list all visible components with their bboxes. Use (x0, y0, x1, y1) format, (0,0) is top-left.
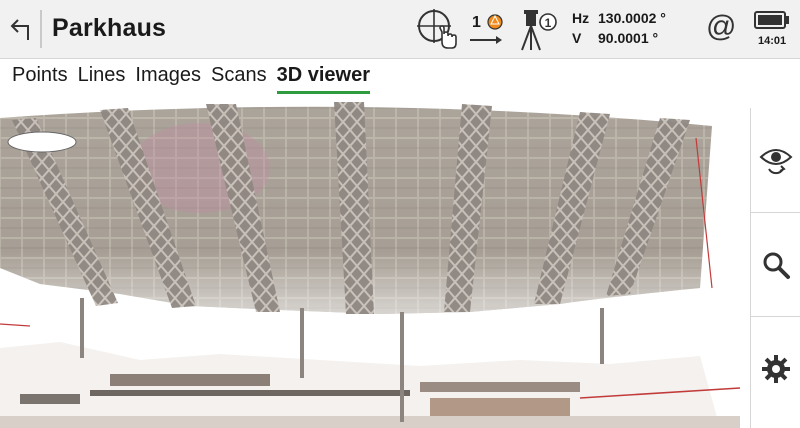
tab-bar: Points Lines Images Scans 3D viewer (12, 64, 371, 94)
page-title: Parkhaus (52, 14, 167, 42)
target-button[interactable] (416, 8, 458, 50)
prism-selector[interactable]: 1 (466, 8, 508, 50)
header-divider (40, 10, 42, 48)
search-button[interactable] (751, 212, 800, 317)
tab-3d-viewer[interactable]: 3D viewer (276, 64, 371, 94)
tab-scans[interactable]: Scans (211, 64, 267, 94)
target-touch-icon (417, 9, 457, 49)
clock: 14:01 (758, 35, 787, 47)
svg-text:1: 1 (545, 16, 552, 30)
tab-points[interactable]: Points (12, 64, 68, 94)
gear-icon (762, 355, 790, 383)
settings-button[interactable] (751, 316, 800, 421)
v-value: 90.0001 ° (598, 30, 659, 46)
app-header: Parkhaus 1 1 Hz 130.0002 ° V 90.0001 ° @… (0, 0, 800, 59)
prism-icon (470, 14, 503, 44)
battery-icon (754, 11, 789, 29)
point-cloud-viewer[interactable] (0, 98, 750, 428)
view-toggle-button[interactable] (751, 108, 800, 212)
at-icon[interactable]: @ (706, 10, 736, 44)
point-cloud-image (0, 102, 750, 428)
angle-readout: Hz 130.0002 ° V 90.0001 ° (572, 8, 666, 48)
tab-images[interactable]: Images (135, 64, 201, 94)
tripod-instrument-icon: 1 (521, 10, 557, 51)
tab-lines[interactable]: Lines (78, 64, 126, 94)
eye-rotate-icon (759, 149, 793, 175)
hz-value: 130.0002 ° (598, 10, 666, 26)
instrument-button[interactable]: 1 (518, 8, 558, 52)
hz-label: Hz (572, 10, 590, 26)
search-icon (763, 252, 790, 279)
back-button[interactable] (8, 12, 38, 46)
viewer-toolbar (750, 108, 800, 428)
back-arrow-icon (10, 19, 29, 40)
v-label: V (572, 30, 582, 46)
